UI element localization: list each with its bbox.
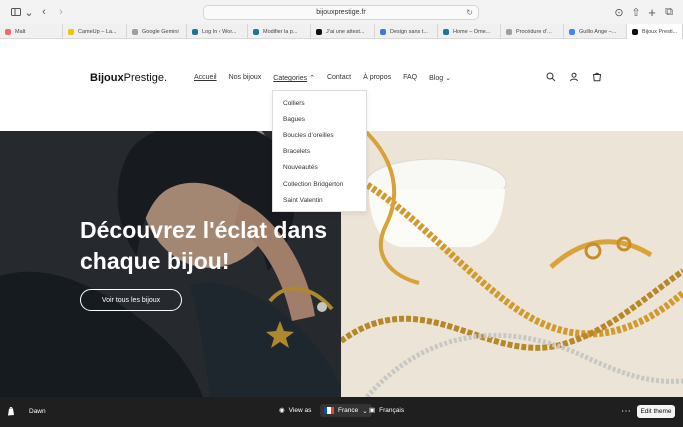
theme-preview-bar: Dawn ◉ View as France ⌄ ▣ Français ⋯ Edi… — [0, 397, 683, 427]
chevron-up-icon: ⌃ — [309, 75, 315, 82]
chevron-down-icon[interactable]: ⌄ — [22, 5, 36, 19]
site-logo[interactable]: BijouxPrestige. — [90, 72, 167, 84]
browser-tab[interactable]: Modifier la p... — [248, 24, 311, 39]
header-icons — [546, 72, 602, 82]
theme-info: Dawn — [7, 406, 46, 416]
hero-title: Découvrez l'éclat dans chaque bijou! — [80, 215, 327, 277]
nav-nos-bijoux[interactable]: Nos bijoux — [229, 74, 262, 82]
tab-label: Home – Ome... — [453, 28, 491, 35]
tab-label: Guillo Ange –... — [579, 28, 617, 35]
nav-blog-label: Blog — [429, 75, 444, 82]
browser-tab[interactable]: J’ai une attest... — [311, 24, 375, 39]
tab-label: CameUp – La... — [78, 28, 117, 35]
browser-tab[interactable]: Google Gemini — [127, 24, 187, 39]
country-selector[interactable]: France ⌄ — [320, 404, 372, 417]
tab-favicon-icon — [5, 28, 11, 35]
category-bracelets[interactable]: Bracelets — [273, 144, 366, 160]
website: BijouxPrestige. Accueil Nos bijoux Categ… — [0, 39, 683, 397]
browser-tab[interactable]: Guillo Ange –... — [564, 24, 627, 39]
tab-label: Google Gemini — [142, 28, 179, 35]
address-bar[interactable]: bijouxprestige.fr ↻ — [203, 5, 479, 20]
chevron-down-icon: ⌄ — [445, 75, 451, 82]
tab-favicon-icon — [192, 28, 198, 35]
view-all-jewelry-button[interactable]: Voir tous les bijoux — [80, 289, 182, 311]
download-icon[interactable]: ⊙ — [612, 5, 626, 19]
logo-bold: Bijoux — [90, 72, 124, 84]
tab-favicon-icon — [569, 28, 575, 35]
tab-label: Modifier la p... — [263, 28, 298, 35]
browser-tab[interactable]: CameUp – La... — [63, 24, 127, 39]
nav-categories-label: Categories — [273, 75, 308, 82]
account-icon[interactable] — [569, 72, 579, 82]
language-selector[interactable]: ▣ Français — [369, 406, 405, 415]
language-name: Français — [379, 406, 405, 414]
tab-favicon-icon — [506, 28, 512, 35]
france-flag-icon — [324, 407, 334, 414]
search-icon[interactable] — [546, 72, 556, 82]
category-bagues[interactable]: Bagues — [273, 111, 366, 127]
globe-icon: ▣ — [369, 407, 376, 414]
tab-favicon-icon — [316, 28, 322, 35]
reload-icon[interactable]: ↻ — [466, 8, 473, 17]
nav-accueil[interactable]: Accueil — [194, 74, 217, 82]
browser-toolbar: ⌄ ‹ › bijouxprestige.fr ↻ ⊙ ⇧ + ⧉ — [0, 0, 683, 24]
category-bridgerton[interactable]: Collection Bridgerton — [273, 176, 366, 192]
nav-faq[interactable]: FAQ — [403, 74, 417, 82]
tab-favicon-icon — [443, 28, 449, 35]
cart-icon[interactable] — [592, 72, 602, 82]
tab-label: Malt — [15, 28, 26, 35]
view-as-text: View as — [288, 406, 312, 414]
hero-jewelry-photo — [341, 131, 683, 397]
tab-favicon-icon — [132, 28, 138, 35]
tab-overview-icon[interactable]: ⧉ — [662, 5, 676, 19]
browser-tab[interactable]: Bijoux Presti... — [627, 24, 683, 39]
sidebar-icon[interactable] — [9, 5, 23, 19]
category-colliers[interactable]: Colliers — [273, 95, 366, 111]
forward-icon[interactable]: › — [54, 5, 68, 19]
country-name: France — [338, 407, 359, 414]
eye-icon: ◉ — [279, 407, 285, 414]
tab-label: Bijoux Presti... — [642, 28, 678, 35]
nav-categories[interactable]: Categories ⌃ — [273, 74, 315, 82]
tab-label: Procédure d’... — [516, 28, 552, 35]
back-icon[interactable]: ‹ — [37, 5, 51, 19]
more-icon[interactable]: ⋯ — [620, 405, 632, 417]
browser-tab[interactable]: Procédure d’... — [501, 24, 564, 39]
theme-name: Dawn — [29, 407, 46, 415]
url-text: bijouxprestige.fr — [316, 9, 366, 16]
shopify-icon — [7, 406, 15, 416]
view-as-label: ◉ View as — [279, 406, 312, 415]
category-boucles[interactable]: Boucles d’oreilles — [273, 127, 366, 143]
category-saint-valentin[interactable]: Saint Valentin — [273, 192, 366, 208]
tab-label: Design sans t... — [390, 28, 428, 35]
tab-favicon-icon — [253, 28, 259, 35]
browser-tab[interactable]: Home – Ome... — [438, 24, 501, 39]
hero-title-line-2: chaque bijou! — [80, 248, 230, 274]
browser-tab[interactable]: Log In ‹ Wor... — [187, 24, 248, 39]
nav-contact[interactable]: Contact — [327, 74, 351, 82]
tab-favicon-icon — [632, 28, 638, 35]
new-tab-icon[interactable]: + — [645, 5, 659, 20]
logo-light: Prestige. — [123, 72, 168, 84]
tab-bar: Malt CameUp – La... Google Gemini Log In ‹ … — [0, 24, 683, 39]
share-icon[interactable]: ⇧ — [629, 5, 643, 19]
category-nouveautes[interactable]: Nouveautés — [273, 160, 366, 176]
tab-label: J’ai une attest... — [326, 28, 365, 35]
hero-title-line-1: Découvrez l'éclat dans — [80, 217, 328, 243]
tab-favicon-icon — [380, 28, 386, 35]
edit-theme-button[interactable]: Edit theme — [637, 405, 675, 418]
nav-a-propos[interactable]: À propos — [363, 74, 391, 82]
tab-favicon-icon — [68, 28, 74, 35]
categories-dropdown: Colliers Bagues Boucles d’oreilles Brace… — [272, 90, 367, 212]
main-nav: Accueil Nos bijoux Categories ⌃ Contact … — [194, 74, 451, 82]
chevron-down-icon: ⌄ — [362, 407, 368, 415]
browser-tab[interactable]: Malt — [0, 24, 63, 39]
nav-blog[interactable]: Blog ⌄ — [429, 74, 451, 82]
browser-tab[interactable]: Design sans t... — [375, 24, 438, 39]
tab-label: Log In ‹ Wor... — [202, 28, 237, 35]
